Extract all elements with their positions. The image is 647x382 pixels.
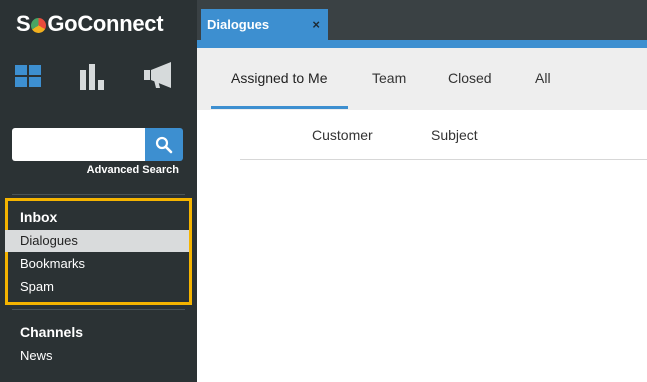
tab-label: Dialogues (207, 17, 270, 32)
search-icon (155, 136, 173, 153)
column-header-subject[interactable]: Subject (431, 127, 478, 143)
sidebar-item-bookmarks[interactable]: Bookmarks (5, 253, 189, 275)
logo-dot-icon (31, 17, 47, 33)
inbox-heading: Inbox (20, 209, 58, 225)
document-tab-bar: Dialogues × (197, 0, 647, 42)
logo-text-end: GoConnect (47, 11, 164, 36)
divider (12, 309, 185, 310)
channels-heading: Channels (20, 324, 84, 340)
tab-team[interactable]: Team (372, 70, 406, 86)
search-box (12, 128, 183, 161)
filter-tabs: Assigned to Me Team Closed All (197, 48, 647, 110)
column-header-customer[interactable]: Customer (312, 127, 373, 143)
tab-dialogues[interactable]: Dialogues × (201, 9, 328, 42)
close-icon[interactable]: × (312, 9, 320, 40)
tab-closed[interactable]: Closed (448, 70, 492, 86)
tab-accent-strip (197, 40, 647, 48)
sidebar-item-dialogues[interactable]: Dialogues (5, 230, 189, 252)
sidebar-item-spam[interactable]: Spam (5, 276, 189, 298)
sidebar-item-news[interactable]: News (5, 345, 189, 367)
tab-all[interactable]: All (535, 70, 551, 86)
active-tab-indicator (211, 106, 348, 109)
tab-assigned-to-me[interactable]: Assigned to Me (231, 70, 328, 86)
search-input[interactable] (12, 128, 145, 161)
dashboard-grid-icon[interactable] (14, 60, 54, 100)
logo-text-start: S (16, 11, 31, 36)
nav-icon-bar (0, 60, 197, 100)
sidebar: S GoConnect Advanced Search Inbox Dialog… (0, 0, 197, 382)
megaphone-icon[interactable] (143, 60, 183, 100)
advanced-search-link[interactable]: Advanced Search (87, 164, 179, 176)
divider (12, 194, 185, 195)
app-logo[interactable]: S GoConnect (16, 10, 164, 38)
search-button[interactable] (145, 128, 183, 161)
table-header-divider (240, 159, 647, 160)
bar-chart-icon[interactable] (79, 60, 119, 100)
